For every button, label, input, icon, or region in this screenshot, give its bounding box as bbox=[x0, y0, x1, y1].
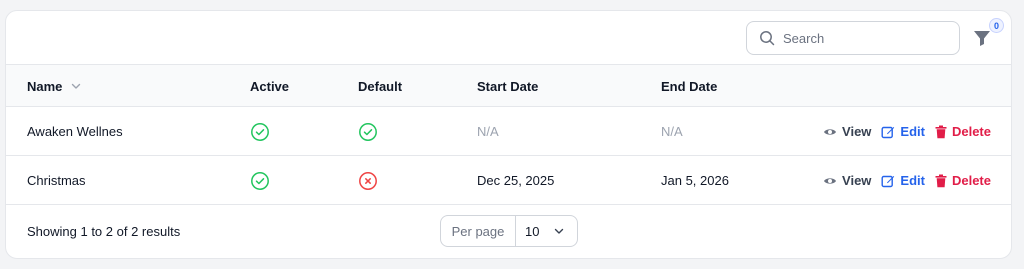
start-date: Dec 25, 2025 bbox=[477, 173, 555, 188]
check-circle-icon bbox=[251, 122, 269, 141]
eye-icon bbox=[824, 177, 837, 184]
table-footer: Showing 1 to 2 of 2 results Per page 10 bbox=[6, 205, 1011, 257]
chevron-down-icon bbox=[72, 83, 81, 89]
table-row: Christmas Dec 25, 2025 Jan 5, 2026 View bbox=[6, 156, 1011, 205]
table-row: Awaken Wellnes N/A N/A View Edit Delete bbox=[6, 107, 1011, 156]
column-header-name-label: Name bbox=[27, 78, 63, 94]
per-page-select[interactable]: 10 bbox=[516, 216, 577, 246]
filter-icon[interactable] bbox=[972, 28, 992, 48]
table-toolbar: 0 bbox=[6, 11, 1011, 65]
filter-count-badge: 0 bbox=[989, 18, 1004, 33]
delete-label: Delete bbox=[951, 173, 991, 188]
check-circle-icon bbox=[251, 171, 269, 190]
search-box[interactable] bbox=[746, 21, 960, 55]
edit-icon bbox=[881, 175, 895, 187]
end-date: N/A bbox=[661, 124, 683, 139]
column-header-active: Active bbox=[250, 78, 290, 94]
column-header-default: Default bbox=[358, 78, 403, 94]
end-date: Jan 5, 2026 bbox=[661, 173, 729, 188]
view-label: View bbox=[842, 124, 872, 139]
trash-icon bbox=[935, 174, 947, 187]
view-label: View bbox=[842, 173, 872, 188]
row-name: Christmas bbox=[27, 173, 86, 188]
per-page-value: 10 bbox=[525, 223, 540, 239]
view-button[interactable]: View bbox=[823, 173, 871, 188]
delete-button[interactable]: Delete bbox=[935, 173, 991, 188]
records-table-card: 0 Name Active Default Start Date End Dat… bbox=[5, 10, 1012, 259]
row-actions: View Edit Delete bbox=[823, 107, 991, 156]
chevron-down-icon bbox=[555, 228, 564, 234]
eye-icon bbox=[824, 128, 837, 135]
x-circle-icon bbox=[359, 171, 377, 190]
view-button[interactable]: View bbox=[823, 124, 871, 139]
search-icon bbox=[760, 31, 775, 46]
column-header-start-date: Start Date bbox=[477, 78, 539, 94]
edit-button[interactable]: Edit bbox=[881, 124, 925, 139]
default-status bbox=[358, 156, 378, 205]
table-header: Name Active Default Start Date End Date bbox=[6, 65, 1011, 107]
start-date: N/A bbox=[477, 124, 499, 139]
row-name: Awaken Wellnes bbox=[27, 124, 123, 139]
search-input[interactable] bbox=[783, 30, 943, 46]
per-page-label: Per page bbox=[441, 216, 516, 246]
per-page-control: Per page 10 bbox=[440, 215, 578, 247]
check-circle-icon bbox=[359, 122, 377, 141]
row-actions: View Edit Delete bbox=[823, 156, 991, 205]
edit-label: Edit bbox=[900, 173, 925, 188]
active-status bbox=[250, 156, 270, 205]
results-summary: Showing 1 to 2 of 2 results bbox=[27, 223, 181, 239]
edit-icon bbox=[881, 126, 895, 138]
column-header-name[interactable]: Name bbox=[27, 65, 82, 107]
column-header-end-date: End Date bbox=[661, 78, 718, 94]
delete-button[interactable]: Delete bbox=[935, 124, 991, 139]
active-status bbox=[250, 107, 270, 156]
delete-label: Delete bbox=[951, 124, 991, 139]
edit-button[interactable]: Edit bbox=[881, 173, 925, 188]
edit-label: Edit bbox=[900, 124, 925, 139]
default-status bbox=[358, 107, 378, 156]
trash-icon bbox=[935, 125, 947, 138]
